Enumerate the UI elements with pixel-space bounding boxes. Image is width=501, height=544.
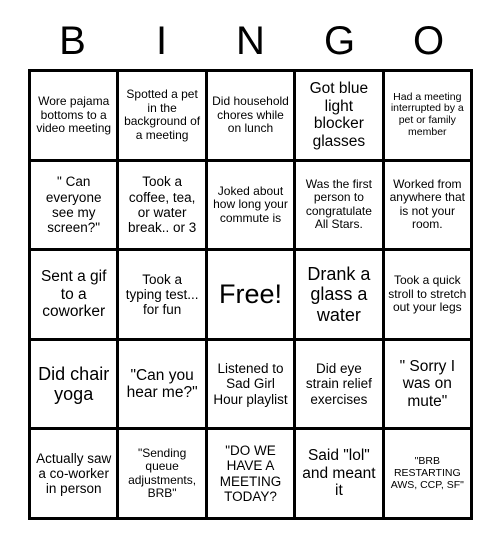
bingo-cell-o3[interactable]: Took a quick stroll to stretch out your … <box>384 251 473 341</box>
bingo-cell-text: Did eye strain relief exercises <box>305 361 372 407</box>
bingo-cell-text: "Can you hear me?" <box>126 366 198 402</box>
bingo-cell-text: Was the first person to congratulate All… <box>305 176 372 232</box>
bingo-cell-o2[interactable]: Worked from anywhere that is not your ro… <box>384 161 473 252</box>
bingo-cell-text: Took a typing test... for fun <box>125 271 199 318</box>
bingo-cell-i2[interactable]: Took a coffee, tea, or water break.. or … <box>119 161 208 252</box>
bingo-cell-text: " Can everyone see my screen?" <box>45 174 102 236</box>
bingo-header-letter-o: O <box>412 19 445 63</box>
bingo-cell-text: Spotted a pet in the background of a mee… <box>124 87 201 142</box>
bingo-cell-text: "DO WE HAVE A MEETING TODAY? <box>219 443 282 504</box>
bingo-cell-n2[interactable]: Joked about how long your commute is <box>207 161 297 252</box>
bingo-cell-text: Actually saw a co-worker in person <box>36 450 112 497</box>
bingo-cell-text: Said "lol" and meant it <box>302 447 376 500</box>
bingo-cell-o5[interactable]: "BRB RESTARTING AWS, CCP, SF" <box>384 430 473 520</box>
bingo-grid: Wore pajama bottoms to a video meeting Sp… <box>28 69 473 520</box>
bingo-cell-g1[interactable]: Got blue light blocker glasses <box>296 72 385 162</box>
bingo-cell-text: Took a quick stroll to stretch out your … <box>388 273 467 315</box>
bingo-header-row: B I N G O <box>28 14 473 68</box>
bingo-cell-i3[interactable]: Took a typing test... for fun <box>119 251 208 341</box>
bingo-cell-i4[interactable]: "Can you hear me?" <box>119 340 208 431</box>
bingo-header-letter-g: G <box>323 19 356 63</box>
bingo-card: B I N G O Wore pajama bottoms to a video… <box>0 0 501 544</box>
bingo-cell-b4[interactable]: Did chair yoga <box>31 340 120 431</box>
bingo-cell-n1[interactable]: Did household chores while on lunch <box>207 72 297 162</box>
bingo-cell-text: Wore pajama bottoms to a video meeting <box>36 93 112 136</box>
bingo-free-space[interactable]: Free! <box>207 251 297 341</box>
bingo-cell-text: Drank a glass a water <box>307 264 371 325</box>
bingo-cell-text: "Sending queue adjustments, BRB" <box>128 445 197 501</box>
bingo-cell-i1[interactable]: Spotted a pet in the background of a mee… <box>119 72 208 162</box>
bingo-cell-n5[interactable]: "DO WE HAVE A MEETING TODAY? <box>207 430 297 520</box>
bingo-cell-text: Free! <box>218 279 282 310</box>
bingo-cell-text: Took a coffee, tea, or water break.. or … <box>127 174 197 236</box>
bingo-header-letter-i: I <box>155 19 168 63</box>
bingo-cell-text: Sent a gif to a coworker <box>40 268 107 321</box>
bingo-cell-text: Joked about how long your commute is <box>213 183 288 225</box>
bingo-cell-g2[interactable]: Was the first person to congratulate All… <box>296 161 385 252</box>
bingo-cell-n4[interactable]: Listened to Sad Girl Hour playlist <box>207 340 297 431</box>
bingo-cell-b1[interactable]: Wore pajama bottoms to a video meeting <box>31 72 120 162</box>
bingo-header-letter-n: N <box>236 19 265 63</box>
bingo-cell-o4[interactable]: " Sorry I was on mute" <box>384 340 473 431</box>
bingo-cell-g5[interactable]: Said "lol" and meant it <box>296 430 385 520</box>
bingo-cell-b2[interactable]: " Can everyone see my screen?" <box>31 161 120 252</box>
bingo-cell-text: "BRB RESTARTING AWS, CCP, SF" <box>390 454 464 491</box>
bingo-cell-g4[interactable]: Did eye strain relief exercises <box>296 340 385 431</box>
bingo-header-letter-b: B <box>59 19 86 63</box>
bingo-cell-text: Listened to Sad Girl Hour playlist <box>213 361 288 407</box>
bingo-cell-b5[interactable]: Actually saw a co-worker in person <box>31 430 120 520</box>
bingo-cell-i5[interactable]: "Sending queue adjustments, BRB" <box>119 430 208 520</box>
bingo-cell-g3[interactable]: Drank a glass a water <box>296 251 385 341</box>
bingo-cell-text: Worked from anywhere that is not your ro… <box>389 176 465 232</box>
bingo-cell-text: Did chair yoga <box>38 363 110 405</box>
bingo-cell-o1[interactable]: Had a meeting interrupted by a pet or fa… <box>384 72 473 162</box>
bingo-cell-text: " Sorry I was on mute" <box>399 357 456 410</box>
bingo-cell-text: Had a meeting interrupted by a pet or fa… <box>390 90 464 139</box>
bingo-cell-b3[interactable]: Sent a gif to a coworker <box>31 251 120 341</box>
bingo-cell-text: Did household chores while on lunch <box>212 93 289 136</box>
bingo-cell-text: Got blue light blocker glasses <box>309 80 369 150</box>
